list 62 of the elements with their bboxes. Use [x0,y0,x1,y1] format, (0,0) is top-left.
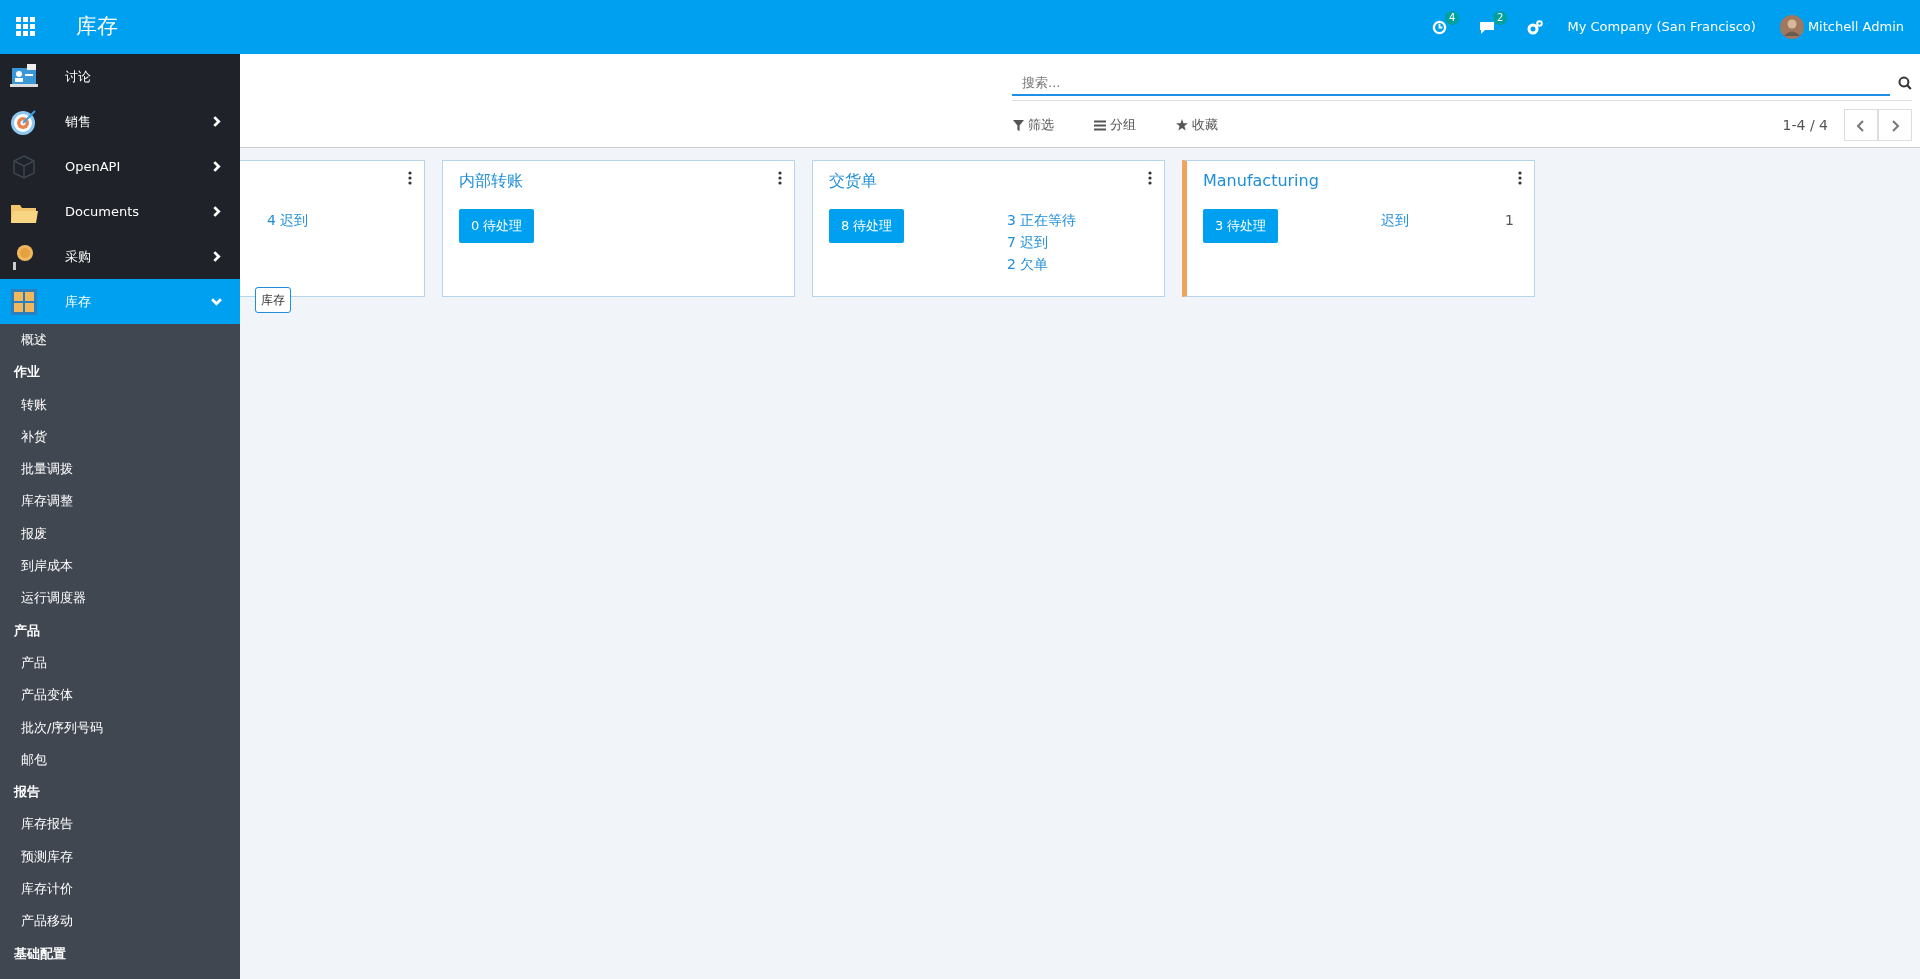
activity-clock-icon[interactable] [1432,20,1448,36]
late-count: 1 [1505,211,1514,230]
status-link[interactable]: 7 迟到 [1007,231,1077,253]
submenu-item[interactable]: 批量调拨 [21,461,73,477]
submenu-item[interactable]: 预测库存 [21,848,73,864]
submenu-item[interactable]: 产品变体 [21,687,73,703]
chat-icon[interactable] [1479,20,1496,36]
pager-value: 1-4 / 4 [1782,115,1828,135]
app-menu-item[interactable]: Documents [0,189,240,234]
submenu-item[interactable]: 基础配置 [14,945,66,961]
submenu-item[interactable]: 库存计价 [21,881,73,897]
chevron-right-icon [1890,119,1900,132]
submenu-item[interactable]: 运行调度器 [21,590,86,606]
status-link[interactable]: 4 迟到 [267,209,309,231]
app-title: 库存 [75,13,118,41]
submenu-item[interactable]: 批次/序列号码 [21,719,104,735]
target-icon [10,107,38,136]
filter-icon [1013,119,1024,131]
app-menu-item[interactable]: OpenAPI [0,144,240,189]
submenu-item[interactable]: 转账 [21,396,47,412]
apps-menu-icon[interactable] [16,17,36,37]
submenu-item[interactable]: 库存调整 [21,493,73,509]
card-title[interactable]: Manufacturing [1203,169,1319,193]
message-count: 2 [1493,11,1508,26]
status-link[interactable]: 迟到 [1381,209,1409,231]
warehouse-grid-icon [10,287,38,316]
submenu-item[interactable]: 库存报告 [21,816,73,832]
app-menu-item[interactable]: 采购 [0,234,240,279]
list-icon [1094,119,1106,131]
submenu-item[interactable]: 到岸成本 [21,558,73,574]
avatar-icon [1779,15,1804,39]
filter-menu-button[interactable]: 收藏 [1175,114,1219,136]
submenu-item[interactable]: 邮包 [21,751,47,767]
card-title[interactable]: 内部转账 [459,169,523,193]
star-icon [1176,119,1188,131]
chevron-left-icon [1856,119,1866,132]
next-page-button[interactable] [1878,109,1912,141]
menu-section-heading: 产品 [13,621,41,640]
search-icon[interactable] [1898,76,1912,90]
app-menu-item[interactable]: 讨论 [0,54,240,99]
kebab-menu-icon[interactable] [1518,171,1522,185]
tooltip: 库存 [255,287,291,313]
status-link[interactable]: 2 欠单 [1007,253,1077,275]
activity-count: 4 [1445,11,1460,26]
kebab-menu-icon[interactable] [778,171,782,185]
submenu-item[interactable]: 报废 [21,525,47,541]
filter-menu-button[interactable]: 分组 [1093,114,1137,136]
status-link[interactable]: 3 正在等待 [1007,209,1077,231]
kebab-menu-icon[interactable] [1148,171,1152,185]
submenu-item[interactable]: 产品 [21,654,47,670]
menu-section-heading: 作业 [12,363,41,382]
filter-menu-button[interactable]: 筛选 [1012,114,1055,136]
card-title[interactable]: 交货单 [829,169,877,193]
submenu-item[interactable]: 产品移动 [21,913,73,929]
settings-icon[interactable] [1527,19,1544,35]
cube-icon [10,152,38,181]
kebab-menu-icon[interactable] [408,171,412,185]
previous-page-button[interactable] [1844,109,1878,141]
menu-section-heading: 报告 [12,783,41,802]
submenu-item[interactable]: 补货 [21,428,47,444]
app-menu-item[interactable]: 销售 [0,99,240,144]
submenu-item[interactable]: 概述 [21,332,47,347]
